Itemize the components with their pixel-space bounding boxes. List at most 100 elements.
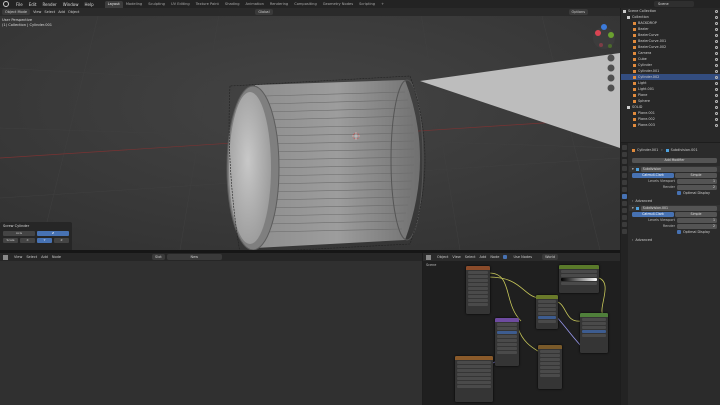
tab-world-icon[interactable] xyxy=(622,180,627,185)
visibility-eye-icon[interactable] xyxy=(715,57,718,61)
catmull-clark-toggle[interactable]: Catmull-Clark xyxy=(632,211,674,217)
modifier-name-field[interactable]: Subdivision.001 xyxy=(640,205,717,211)
menu-file[interactable]: File xyxy=(13,2,26,7)
tab-view-layer-icon[interactable] xyxy=(622,166,627,171)
last-operation-panel[interactable]: Screw Cylinder Axis Z Scale X Y Z xyxy=(0,222,72,250)
editor-type-icon[interactable] xyxy=(3,254,8,260)
visibility-eye-icon[interactable] xyxy=(715,63,718,67)
visibility-eye-icon[interactable] xyxy=(715,111,718,115)
menu-view[interactable]: View xyxy=(14,255,22,259)
menu-object[interactable]: Object xyxy=(68,10,79,14)
visibility-eye-icon[interactable] xyxy=(715,45,718,49)
menu-add[interactable]: Add xyxy=(58,10,65,14)
axis-field[interactable]: Z xyxy=(37,231,69,236)
collapse-chevron-icon[interactable]: › xyxy=(632,237,633,243)
tab-render-icon[interactable] xyxy=(622,152,627,157)
tab-shading[interactable]: Shading xyxy=(222,1,243,8)
optimal-display-checkbox[interactable] xyxy=(677,191,681,195)
tab-particles-icon[interactable] xyxy=(622,201,627,206)
scale-x-field[interactable]: X xyxy=(20,238,35,243)
outliner-row[interactable]: Plane.003 xyxy=(621,122,720,128)
visibility-eye-icon[interactable] xyxy=(715,51,718,55)
tab-uv-editing[interactable]: UV Editing xyxy=(168,1,193,8)
color-ramp-bar[interactable] xyxy=(561,278,597,281)
node-mix[interactable] xyxy=(538,345,562,389)
visibility-eye-icon[interactable] xyxy=(715,39,718,43)
tab-output-icon[interactable] xyxy=(622,159,627,164)
expand-chevron-icon[interactable]: ▾ xyxy=(632,205,634,211)
tab-compositing[interactable]: Compositing xyxy=(291,1,320,8)
tab-data-icon[interactable] xyxy=(622,222,627,227)
modifier-panel-header[interactable]: ▾ Subdivision xyxy=(629,166,720,172)
visibility-eye-icon[interactable] xyxy=(715,123,718,127)
visibility-eye-icon[interactable] xyxy=(715,33,718,37)
tab-scene-icon[interactable] xyxy=(622,173,627,178)
visibility-eye-icon[interactable] xyxy=(715,75,718,79)
node-texture-coordinate[interactable] xyxy=(466,266,490,314)
visibility-eye-icon[interactable] xyxy=(715,105,718,109)
levels-viewport-field[interactable]: 1 xyxy=(677,217,717,223)
tab-constraints-icon[interactable] xyxy=(622,215,627,220)
modifier-panel-header[interactable]: ▾ Subdivision.001 xyxy=(629,205,720,211)
node-image-texture[interactable] xyxy=(455,356,493,402)
simple-toggle[interactable]: Simple xyxy=(675,172,717,178)
tab-rendering[interactable]: Rendering xyxy=(267,1,291,8)
tab-modifiers-icon[interactable] xyxy=(622,194,627,199)
optimal-display-checkbox[interactable] xyxy=(677,230,681,234)
transform-orientation-selector[interactable]: Global xyxy=(255,9,273,15)
scale-z-field[interactable]: Z xyxy=(54,238,69,243)
visibility-eye-icon[interactable] xyxy=(715,117,718,121)
node-background[interactable] xyxy=(580,313,608,353)
shader-editor-left[interactable]: View Select Add Node Slot New xyxy=(0,253,422,405)
node-editor[interactable]: Object View Select Add Node Use Nodes Wo… xyxy=(423,253,620,405)
add-modifier-button[interactable]: Add Modifier xyxy=(632,157,717,163)
add-workspace-button[interactable]: + xyxy=(378,1,387,8)
levels-viewport-field[interactable]: 1 xyxy=(677,178,717,184)
advanced-panel-header[interactable]: › Advanced xyxy=(629,198,720,204)
mode-selector[interactable]: Object Mode xyxy=(2,9,31,15)
tab-sculpting[interactable]: Sculpting xyxy=(145,1,168,8)
render-levels-field[interactable]: 2 xyxy=(677,184,717,190)
render-levels-field[interactable]: 2 xyxy=(677,223,717,229)
visibility-eye-icon[interactable] xyxy=(715,93,718,97)
menu-view[interactable]: View xyxy=(33,10,41,14)
visibility-eye-icon[interactable] xyxy=(715,21,718,25)
simple-toggle[interactable]: Simple xyxy=(675,211,717,217)
outliner[interactable]: Scene Collection Collection BACKDROP Bezier… xyxy=(621,8,720,142)
tab-animation[interactable]: Animation xyxy=(243,1,267,8)
properties-editor[interactable]: Cylinder.001 › Subdivision.001 Add Modif… xyxy=(621,143,720,405)
tab-scripting[interactable]: Scripting xyxy=(356,1,378,8)
tab-physics-icon[interactable] xyxy=(622,208,627,213)
modifier-name-field[interactable]: Subdivision xyxy=(640,166,717,172)
node-mapping[interactable] xyxy=(495,318,519,366)
visibility-eye-icon[interactable] xyxy=(715,15,718,19)
tab-layout[interactable]: Layout xyxy=(104,0,123,8)
node-color-ramp[interactable] xyxy=(559,265,599,293)
advanced-panel-header[interactable]: › Advanced xyxy=(629,237,720,243)
menu-select[interactable]: Select xyxy=(44,10,55,14)
tab-tool-icon[interactable] xyxy=(622,145,627,150)
visibility-eye-icon[interactable] xyxy=(715,27,718,31)
tab-object-icon[interactable] xyxy=(622,187,627,192)
scale-y-field[interactable]: Y xyxy=(37,238,52,243)
menu-add[interactable]: Add xyxy=(41,255,48,259)
visibility-eye-icon[interactable] xyxy=(715,81,718,85)
node-gradient[interactable] xyxy=(536,295,558,329)
collapse-chevron-icon[interactable]: › xyxy=(632,198,633,204)
options-button[interactable]: Options xyxy=(568,9,589,15)
menu-edit[interactable]: Edit xyxy=(26,2,40,7)
tab-modeling[interactable]: Modeling xyxy=(123,1,145,8)
visibility-eye-icon[interactable] xyxy=(715,9,718,13)
scene-selector[interactable]: Scene xyxy=(654,1,694,7)
visibility-eye-icon[interactable] xyxy=(715,69,718,73)
catmull-clark-toggle[interactable]: Catmull-Clark xyxy=(632,172,674,178)
expand-chevron-icon[interactable]: ▾ xyxy=(632,166,634,172)
tab-material-icon[interactable] xyxy=(622,229,627,234)
menu-window[interactable]: Window xyxy=(60,2,82,7)
slot-selector[interactable]: Slot xyxy=(152,254,165,260)
menu-help[interactable]: Help xyxy=(81,2,96,7)
new-button[interactable]: New xyxy=(166,254,222,260)
menu-render[interactable]: Render xyxy=(39,2,59,7)
menu-node[interactable]: Node xyxy=(52,255,61,259)
blender-logo-icon[interactable] xyxy=(3,1,9,7)
